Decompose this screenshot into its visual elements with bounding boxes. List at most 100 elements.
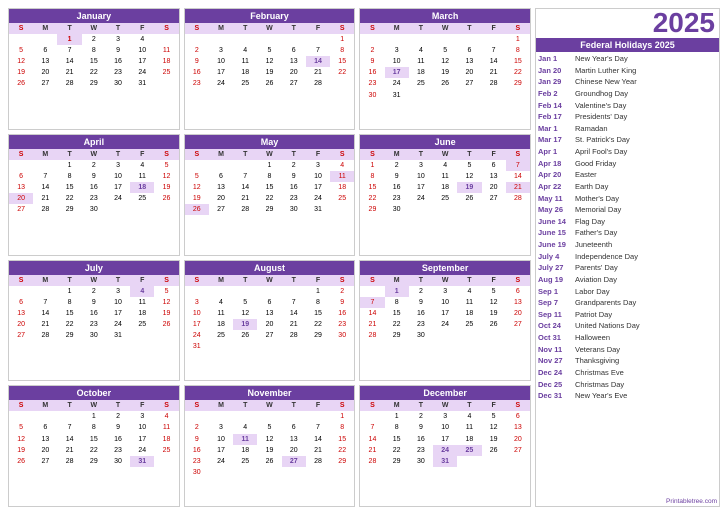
holiday-date: June 19	[538, 239, 573, 251]
month-cal-august: AugustSMTWTFS123456789101112131415161718…	[184, 260, 356, 382]
day-header-m: M	[385, 400, 409, 411]
cal-day: 25	[209, 330, 233, 341]
cal-day: 12	[482, 297, 506, 308]
cal-day: 30	[185, 467, 209, 478]
holiday-date: Dec 25	[538, 379, 573, 391]
cal-day: 4	[233, 45, 257, 56]
holiday-date: Apr 1	[538, 146, 573, 158]
cal-day: 17	[433, 434, 457, 445]
cal-day	[209, 286, 233, 297]
cal-day: 28	[306, 456, 330, 467]
year-title: 2025	[536, 9, 719, 37]
cal-day: 3	[433, 411, 457, 422]
cal-day: 2	[360, 45, 384, 56]
cal-day: 21	[306, 445, 330, 456]
cal-day: 6	[482, 160, 506, 171]
cal-day: 31	[433, 456, 457, 467]
cal-day: 11	[433, 171, 457, 182]
cal-day: 19	[257, 67, 281, 78]
cal-day	[330, 204, 354, 215]
cal-day: 5	[433, 45, 457, 56]
day-header-s: S	[506, 23, 530, 34]
cal-day: 2	[82, 160, 106, 171]
cal-day: 22	[385, 319, 409, 330]
cal-day: 17	[433, 308, 457, 319]
cal-day: 27	[282, 456, 306, 467]
cal-day: 21	[482, 67, 506, 78]
cal-day: 1	[57, 286, 81, 297]
cal-day: 16	[360, 67, 384, 78]
cal-day: 12	[154, 171, 178, 182]
cal-day: 10	[433, 297, 457, 308]
cal-day: 16	[185, 445, 209, 456]
holiday-date: Sep 1	[538, 286, 573, 298]
cal-day	[433, 90, 457, 101]
cal-day: 2	[106, 411, 130, 422]
holiday-date: Oct 24	[538, 320, 573, 332]
day-header-s: S	[154, 400, 178, 411]
day-header-w: W	[82, 400, 106, 411]
day-header-s: S	[185, 149, 209, 160]
cal-day: 10	[409, 171, 433, 182]
cal-day: 15	[57, 308, 81, 319]
cal-day	[185, 160, 209, 171]
cal-day: 31	[130, 456, 154, 467]
cal-day	[282, 34, 306, 45]
cal-day: 18	[209, 319, 233, 330]
cal-day: 22	[82, 67, 106, 78]
cal-day: 25	[457, 445, 481, 456]
cal-day: 6	[457, 45, 481, 56]
month-header: June	[360, 135, 530, 149]
day-header-s: S	[330, 23, 354, 34]
cal-day: 3	[130, 411, 154, 422]
cal-day	[482, 330, 506, 341]
day-header-t: T	[457, 275, 481, 286]
holiday-name: Parents' Day	[575, 262, 618, 274]
cal-day	[282, 467, 306, 478]
day-header-t: T	[233, 23, 257, 34]
cal-day: 20	[209, 193, 233, 204]
cal-day	[9, 34, 33, 45]
cal-day: 17	[409, 182, 433, 193]
cal-day: 18	[330, 182, 354, 193]
cal-day: 21	[360, 445, 384, 456]
cal-day: 24	[106, 193, 130, 204]
holiday-date: May 11	[538, 193, 573, 205]
cal-day: 13	[9, 308, 33, 319]
cal-day: 23	[409, 445, 433, 456]
cal-day: 14	[360, 308, 384, 319]
cal-day	[209, 341, 233, 352]
cal-day: 22	[257, 193, 281, 204]
holiday-item: Sep 1Labor Day	[538, 286, 717, 298]
cal-day: 25	[130, 193, 154, 204]
cal-day: 4	[130, 34, 154, 45]
cal-day: 17	[130, 434, 154, 445]
holiday-date: Apr 22	[538, 181, 573, 193]
cal-day	[233, 286, 257, 297]
cal-day: 15	[57, 182, 81, 193]
cal-day: 27	[9, 330, 33, 341]
cal-day: 26	[9, 78, 33, 89]
cal-day: 13	[506, 422, 530, 433]
cal-day: 8	[82, 422, 106, 433]
cal-day: 18	[233, 445, 257, 456]
cal-day: 28	[233, 204, 257, 215]
cal-day: 6	[9, 171, 33, 182]
cal-day: 14	[506, 171, 530, 182]
cal-day: 4	[330, 160, 354, 171]
cal-day: 4	[130, 160, 154, 171]
cal-day: 1	[385, 286, 409, 297]
calendars-section: JanuarySMTWTFS12345678910111213141516171…	[8, 8, 531, 507]
cal-day: 17	[185, 319, 209, 330]
cal-day	[185, 34, 209, 45]
cal-day: 9	[385, 171, 409, 182]
cal-day: 23	[185, 78, 209, 89]
cal-day	[433, 34, 457, 45]
cal-day: 9	[282, 171, 306, 182]
cal-day: 26	[482, 319, 506, 330]
cal-day	[33, 286, 57, 297]
cal-day: 21	[360, 319, 384, 330]
day-header-m: M	[209, 149, 233, 160]
holiday-name: United Nations Day	[575, 320, 640, 332]
cal-day: 27	[9, 204, 33, 215]
